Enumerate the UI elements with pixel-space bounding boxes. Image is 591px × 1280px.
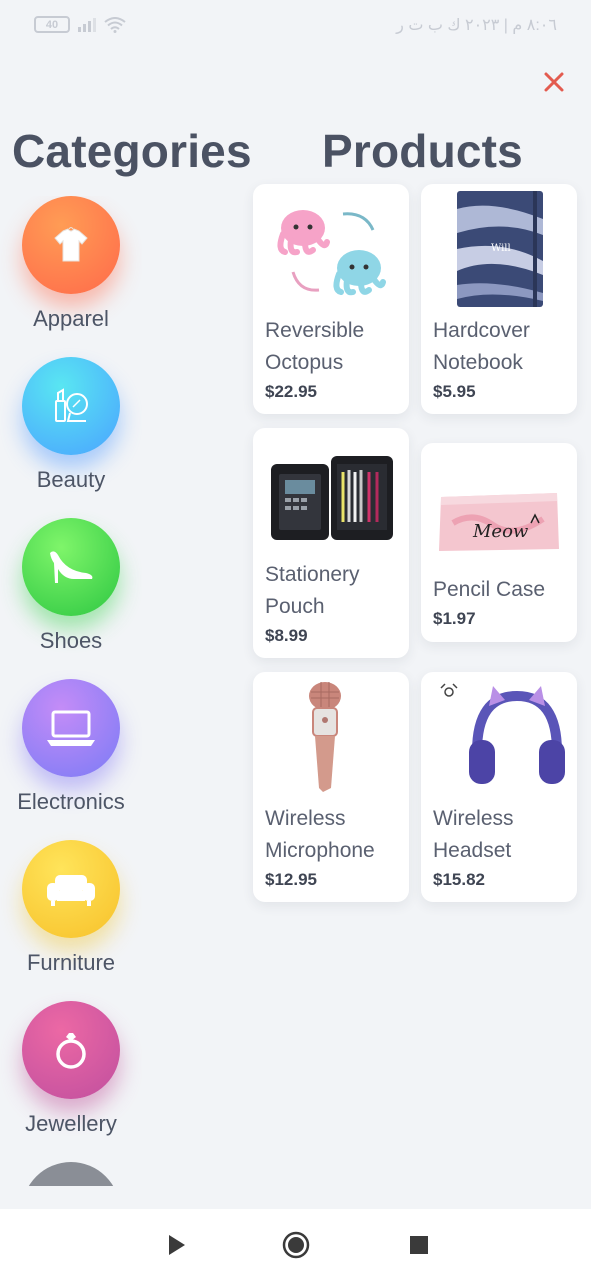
sofa-icon (22, 840, 120, 938)
category-label: Beauty (36, 467, 106, 492)
product-card[interactable]: Wireless Headset $15.82 (421, 672, 577, 902)
product-card[interactable]: Wireless Microphone $12.95 (253, 672, 409, 902)
category-more-partial[interactable] (0, 1162, 142, 1186)
tshirt-icon (22, 196, 120, 294)
product-name-line2: Headset (433, 839, 512, 862)
product-card[interactable]: Will Hardcover Notebook $5.95 (421, 184, 577, 414)
headset-image (433, 682, 565, 790)
category-beauty[interactable]: Beauty (0, 357, 142, 507)
category-label: Shoes (39, 628, 103, 653)
category-partial-icon (22, 1162, 120, 1186)
notebook-image: Will (433, 191, 565, 307)
category-apparel[interactable]: Apparel (0, 196, 142, 346)
octopus-plush-image (265, 194, 397, 302)
system-nav-bar (0, 1209, 591, 1280)
status-time: ٨:٠٦ م | ٢٠٢٣ ك ب ت ر (396, 17, 557, 34)
product-name-line1: Wireless (433, 807, 514, 830)
category-furniture[interactable]: Furniture (0, 840, 142, 990)
ring-icon (22, 1001, 120, 1099)
product-name-line2: Microphone (265, 839, 375, 862)
back-triangle-icon[interactable] (163, 1231, 191, 1259)
recents-square-icon[interactable] (405, 1231, 433, 1259)
product-card[interactable]: Meow Pencil Case $1.97 (421, 443, 577, 642)
svg-text:Meow: Meow (472, 521, 529, 542)
category-label: Jewellery (25, 1111, 117, 1136)
stationery-pouch-image (265, 442, 397, 550)
category-shoes[interactable]: Shoes (0, 518, 142, 668)
battery-level: 40 (45, 18, 59, 31)
close-icon[interactable] (540, 68, 568, 96)
pencil-case-image: Meow (433, 453, 565, 561)
product-name-line1: Stationery (265, 563, 360, 586)
product-name-line1: Wireless (265, 807, 346, 830)
high-heel-icon (22, 518, 120, 616)
status-icons: 40 (34, 16, 126, 33)
product-price: $5.95 (433, 382, 476, 401)
lipstick-mirror-icon (22, 357, 120, 455)
product-price: $1.97 (433, 609, 476, 628)
product-name-line2: Octopus (265, 351, 344, 374)
product-price: $8.99 (265, 626, 308, 645)
category-label: Apparel (33, 306, 109, 331)
products-title: Products (322, 125, 523, 177)
product-card[interactable]: Reversible Octopus $22.95 (253, 184, 409, 414)
categories-title: Categories (12, 125, 252, 177)
product-name-line2: Notebook (433, 351, 523, 374)
product-card[interactable]: Stationery Pouch $8.99 (253, 428, 409, 658)
signal-icon (78, 17, 96, 32)
svg-text:Will: Will (491, 243, 511, 254)
category-label: Electronics (17, 789, 125, 814)
categories-list[interactable]: Apparel Beauty Shoes Electronics Furnitu… (0, 196, 142, 1186)
microphone-image (265, 682, 397, 792)
wifi-icon (104, 16, 126, 33)
battery-icon: 40 (34, 16, 70, 33)
category-jewellery[interactable]: Jewellery (0, 1001, 142, 1151)
product-price: $15.82 (433, 870, 485, 889)
product-name-line1: Hardcover (433, 319, 530, 342)
status-bar: 40 ٨:٠٦ م | ٢٠٢٣ ك ب ت ر (0, 0, 591, 54)
product-name-line1: Pencil Case (433, 578, 546, 601)
category-electronics[interactable]: Electronics (0, 679, 142, 829)
category-label: Furniture (26, 950, 116, 975)
product-price: $12.95 (265, 870, 317, 889)
product-price: $22.95 (265, 382, 317, 401)
laptop-icon (22, 679, 120, 777)
product-name-line2: Pouch (265, 595, 325, 618)
home-circle-icon[interactable] (282, 1231, 310, 1259)
product-name-line1: Reversible (265, 319, 365, 342)
